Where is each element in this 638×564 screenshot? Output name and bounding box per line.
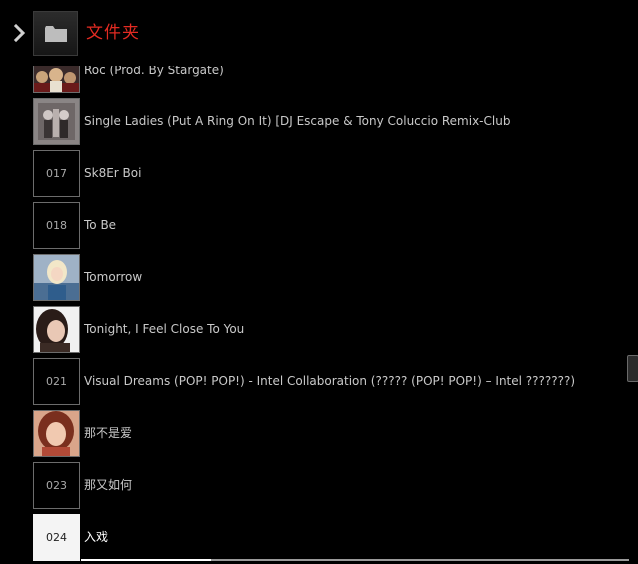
album-art	[33, 410, 80, 457]
track-title: Visual Dreams (POP! POP!) - Intel Collab…	[84, 374, 576, 388]
track-title: To Be	[84, 218, 117, 232]
track-title: Tonight, I Feel Close To You	[84, 322, 245, 336]
album-art	[33, 254, 80, 301]
track-number: 024	[33, 514, 80, 561]
chevron-right-icon[interactable]	[10, 22, 30, 44]
list-item[interactable]: Tomorrow	[33, 254, 593, 302]
scrollbar-thumb[interactable]	[627, 355, 638, 382]
track-title: 那不是爱	[84, 426, 133, 440]
list-item[interactable]: 017 Sk8Er Boi	[33, 150, 593, 198]
track-number: 018	[33, 202, 80, 249]
list-item[interactable]: 那不是爱	[33, 410, 593, 458]
track-title: Single Ladies (Put A Ring On It) [DJ Esc…	[84, 114, 511, 128]
list-item[interactable]: Tonight, I Feel Close To You	[33, 306, 593, 354]
track-title: Tomorrow	[84, 270, 143, 284]
track-number: 017	[33, 150, 80, 197]
track-title: Sk8Er Boi	[84, 166, 142, 180]
album-art	[33, 98, 80, 145]
track-title: 那又如何	[84, 478, 133, 492]
page-title: 文件夹	[86, 23, 140, 43]
track-title: 入戏	[84, 530, 109, 544]
bottom-progress-fill	[81, 559, 211, 561]
list-item-active[interactable]: 024 入戏	[33, 514, 593, 562]
list-item[interactable]: 021 Visual Dreams (POP! POP!) - Intel Co…	[33, 358, 593, 406]
list-item[interactable]: Single Ladies (Put A Ring On It) [DJ Esc…	[33, 98, 593, 146]
header: 文件夹	[0, 0, 638, 66]
list-item[interactable]: 023 那又如何	[33, 462, 593, 510]
track-list: Roc (Prod. By Stargate) Single Ladies (P…	[0, 0, 638, 564]
track-number: 023	[33, 462, 80, 509]
music-browser: Roc (Prod. By Stargate) Single Ladies (P…	[0, 0, 638, 564]
list-item[interactable]: 018 To Be	[33, 202, 593, 250]
album-art	[33, 306, 80, 353]
track-number: 021	[33, 358, 80, 405]
folder-icon[interactable]	[33, 11, 78, 56]
